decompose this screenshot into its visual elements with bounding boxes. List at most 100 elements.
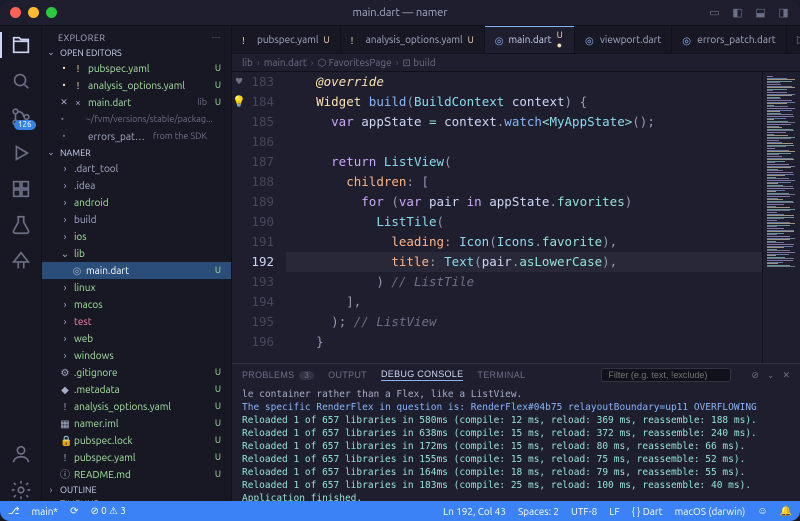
- breadcrumb-item[interactable]: ⬡ FavoritesPage: [318, 57, 392, 69]
- account-icon[interactable]: [10, 443, 32, 465]
- breadcrumb-item[interactable]: lib: [242, 57, 253, 68]
- editor-tab[interactable]: ◎viewport.dart: [575, 26, 672, 53]
- run-debug-icon[interactable]: [10, 142, 32, 164]
- layout-sidebar-right-icon[interactable]: ◨: [777, 6, 790, 19]
- file-icon: ◎: [682, 35, 692, 45]
- tree-file[interactable]: ◎main.dartU: [42, 262, 231, 279]
- test-icon[interactable]: [10, 214, 32, 236]
- git-branch[interactable]: main*: [32, 506, 59, 517]
- breadcrumb[interactable]: lib›main.dart›⬡ FavoritesPage›⊡ build: [232, 54, 800, 72]
- zoom-window-button[interactable]: [46, 7, 57, 18]
- code-line[interactable]: Widget build(BuildContext context) {: [286, 92, 762, 112]
- code-line[interactable]: children: [: [286, 172, 762, 192]
- settings-icon[interactable]: [10, 479, 32, 501]
- console-line: Reloaded 1 of 657 libraries in 155ms (co…: [242, 453, 790, 466]
- run-icon[interactable]: ▷: [795, 33, 800, 46]
- code-line[interactable]: ) // ListTile: [286, 272, 762, 292]
- editor[interactable]: ♥💡 1831841851861871881891901911921931941…: [232, 72, 800, 363]
- source-control-icon[interactable]: 126: [10, 106, 32, 128]
- code-line[interactable]: ],: [286, 292, 762, 312]
- code-line[interactable]: title: Text(pair.asLowerCase),: [286, 252, 762, 272]
- panel-tab-problems[interactable]: PROBLEMS3: [242, 370, 314, 380]
- tree-folder[interactable]: ›android: [42, 194, 231, 211]
- editor-tab[interactable]: ◎errors_patch.dart: [672, 26, 786, 53]
- indent[interactable]: Spaces: 2: [518, 505, 559, 517]
- breadcrumb-item[interactable]: main.dart: [264, 57, 307, 68]
- activity-bar: 126: [0, 26, 42, 501]
- minimap[interactable]: [762, 72, 800, 363]
- sync-status[interactable]: ⟳: [70, 505, 78, 517]
- tree-file[interactable]: ▦namer.imlU: [42, 415, 231, 432]
- tab-marker: U: [323, 35, 329, 45]
- minimize-window-button[interactable]: [28, 7, 39, 18]
- search-icon[interactable]: [10, 70, 32, 92]
- panel-tabs: PROBLEMS3 OUTPUT DEBUG CONSOLE TERMINAL ⊘ ⌄ ✕: [232, 364, 800, 386]
- encoding[interactable]: UTF-8: [571, 505, 597, 517]
- bell-icon[interactable]: 🔔: [780, 505, 792, 517]
- chevron-down-icon[interactable]: ⌄: [767, 370, 775, 381]
- tree-file[interactable]: ⓘREADME.mdU: [42, 466, 231, 483]
- code-line[interactable]: for (var pair in appState.favorites): [286, 192, 762, 212]
- close-window-button[interactable]: [10, 7, 21, 18]
- editor-tab[interactable]: !analysis_options.yamlU: [341, 26, 485, 53]
- tree-folder[interactable]: ›ios: [42, 228, 231, 245]
- section-header-outline[interactable]: ›OUTLINE: [42, 483, 231, 497]
- open-editor-item[interactable]: •!analysis_options.yamlU: [42, 77, 231, 94]
- live-share-icon[interactable]: [10, 250, 32, 272]
- tree-file[interactable]: ⚙.gitignoreU: [42, 364, 231, 381]
- code-content[interactable]: @override Widget build(BuildContext cont…: [286, 72, 762, 363]
- code-line[interactable]: }: [286, 332, 762, 352]
- eol[interactable]: LF: [609, 505, 619, 517]
- open-editor-item[interactable]: ✕×main.dartlibU: [42, 94, 231, 111]
- open-editor-item[interactable]: •errors_patch.dartfrom the SDK: [42, 128, 231, 145]
- open-editor-item[interactable]: •!pubspec.yamlU: [42, 60, 231, 77]
- diagnostics[interactable]: ⊘ 0 ⚠ 3: [90, 505, 126, 517]
- tree-file[interactable]: 🔒pubspec.lockU: [42, 432, 231, 449]
- remote-indicator[interactable]: ⎇: [8, 505, 20, 517]
- panel-filter-input[interactable]: [601, 368, 731, 382]
- breadcrumb-item[interactable]: ⊡ build: [402, 57, 435, 69]
- tree-folder[interactable]: ›macos: [42, 296, 231, 313]
- tree-file[interactable]: !pubspec.yamlU: [42, 449, 231, 466]
- code-line[interactable]: return ListView(: [286, 152, 762, 172]
- layout-panel-icon[interactable]: ▭: [708, 6, 721, 19]
- open-editors-header[interactable]: ⌄ OPEN EDITORS: [42, 45, 231, 60]
- tree-folder[interactable]: ›.idea: [42, 177, 231, 194]
- tree-folder[interactable]: ›windows: [42, 347, 231, 364]
- explorer-icon[interactable]: [10, 34, 32, 56]
- sidebar-more-icon[interactable]: ⋯: [212, 32, 222, 43]
- clear-console-icon[interactable]: ⊘: [751, 370, 759, 381]
- code-line[interactable]: var appState = context.watch<MyAppState>…: [286, 112, 762, 132]
- code-line[interactable]: ); // ListView: [286, 312, 762, 332]
- tree-folder[interactable]: ›test: [42, 313, 231, 330]
- tree-folder[interactable]: ›build: [42, 211, 231, 228]
- open-editor-item[interactable]: •viewport.dart~/fvm/versions/stable/pack…: [42, 111, 231, 128]
- code-line[interactable]: [286, 132, 762, 152]
- layout-panel-bottom-icon[interactable]: ⬓: [754, 6, 767, 19]
- editor-tab[interactable]: ◎main.dartU ●: [485, 26, 575, 53]
- tree-folder[interactable]: ⌄lib: [42, 245, 231, 262]
- tree-file[interactable]: ◆.metadataU: [42, 381, 231, 398]
- code-line[interactable]: @override: [286, 72, 762, 92]
- console-line: Reloaded 1 of 657 libraries in 172ms (co…: [242, 440, 790, 453]
- panel-tab-terminal[interactable]: TERMINAL: [477, 370, 525, 380]
- debug-console-output[interactable]: le container rather than a Flex, like a …: [232, 386, 800, 501]
- line-number: 190: [246, 212, 274, 232]
- panel-tab-debug-console[interactable]: DEBUG CONSOLE: [381, 369, 463, 381]
- code-line[interactable]: leading: Icon(Icons.favorite),: [286, 232, 762, 252]
- project-header[interactable]: ⌄ NAMER: [42, 145, 231, 160]
- device[interactable]: macOS (darwin): [675, 505, 746, 517]
- extensions-icon[interactable]: [10, 178, 32, 200]
- language[interactable]: { } Dart: [632, 505, 663, 517]
- cursor-position[interactable]: Ln 192, Col 43: [443, 505, 506, 517]
- tree-file[interactable]: !analysis_options.yamlU: [42, 398, 231, 415]
- tree-folder[interactable]: ›.dart_tool: [42, 160, 231, 177]
- code-line[interactable]: ListTile(: [286, 212, 762, 232]
- editor-tab[interactable]: !pubspec.yamlU: [232, 26, 341, 53]
- tree-folder[interactable]: ›linux: [42, 279, 231, 296]
- layout-sidebar-left-icon[interactable]: ◧: [731, 6, 744, 19]
- tree-folder[interactable]: ›web: [42, 330, 231, 347]
- panel-tab-output[interactable]: OUTPUT: [328, 370, 367, 380]
- close-panel-icon[interactable]: ✕: [782, 370, 790, 381]
- feedback-icon[interactable]: ☺: [757, 505, 767, 517]
